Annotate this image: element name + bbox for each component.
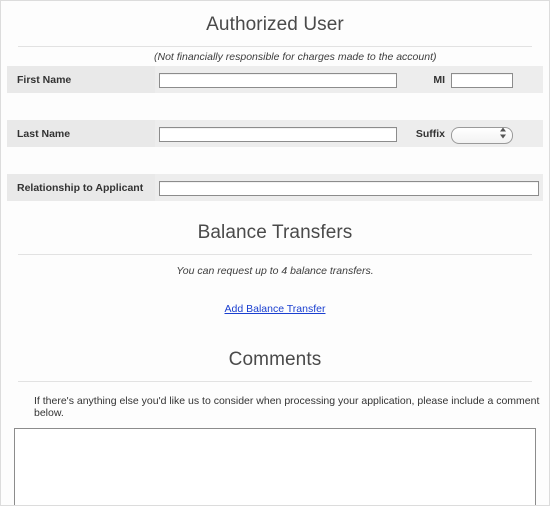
table-row: First Name MI <box>7 66 543 93</box>
authorized-user-note: (Not financially responsible for charges… <box>154 51 437 63</box>
relationship-field-cell <box>155 174 543 201</box>
table-row: Last Name Suffix <box>7 120 543 147</box>
last-name-input[interactable] <box>159 127 397 142</box>
relationship-label: Relationship to Applicant <box>7 174 155 201</box>
page-title-balance-transfers: Balance Transfers <box>197 222 353 243</box>
first-name-label: First Name <box>7 66 155 93</box>
suffix-field-cell <box>451 120 543 147</box>
first-name-field-cell <box>155 66 397 93</box>
table-row: Relationship to Applicant <box>7 174 543 201</box>
add-balance-transfer-link[interactable]: Add Balance Transfer <box>225 303 326 315</box>
last-name-label: Last Name <box>7 120 155 147</box>
suffix-select[interactable] <box>451 126 513 144</box>
mi-input[interactable] <box>451 73 513 88</box>
table-row-spacer <box>7 93 543 120</box>
comments-textarea[interactable] <box>14 428 536 505</box>
application-form-page: Authorized User (Not financially respons… <box>0 0 550 506</box>
page-title-comments: Comments <box>228 349 322 370</box>
last-name-field-cell <box>155 120 397 147</box>
suffix-select-wrap <box>451 125 513 144</box>
balance-transfers-note: You can request up to 4 balance transfer… <box>176 265 374 277</box>
mi-field-cell <box>451 66 543 93</box>
table-row-spacer <box>7 147 543 174</box>
first-name-input[interactable] <box>159 73 397 88</box>
comments-textarea-wrap <box>14 428 536 505</box>
form-content: Authorized User (Not financially respons… <box>1 1 549 505</box>
relationship-input[interactable] <box>159 181 539 196</box>
page-title-authorized-user: Authorized User <box>206 14 344 35</box>
authorized-user-table: First Name MI Last Name Suffix Relations… <box>7 66 543 201</box>
comments-help-text: If there's anything else you'd like us t… <box>34 395 540 419</box>
